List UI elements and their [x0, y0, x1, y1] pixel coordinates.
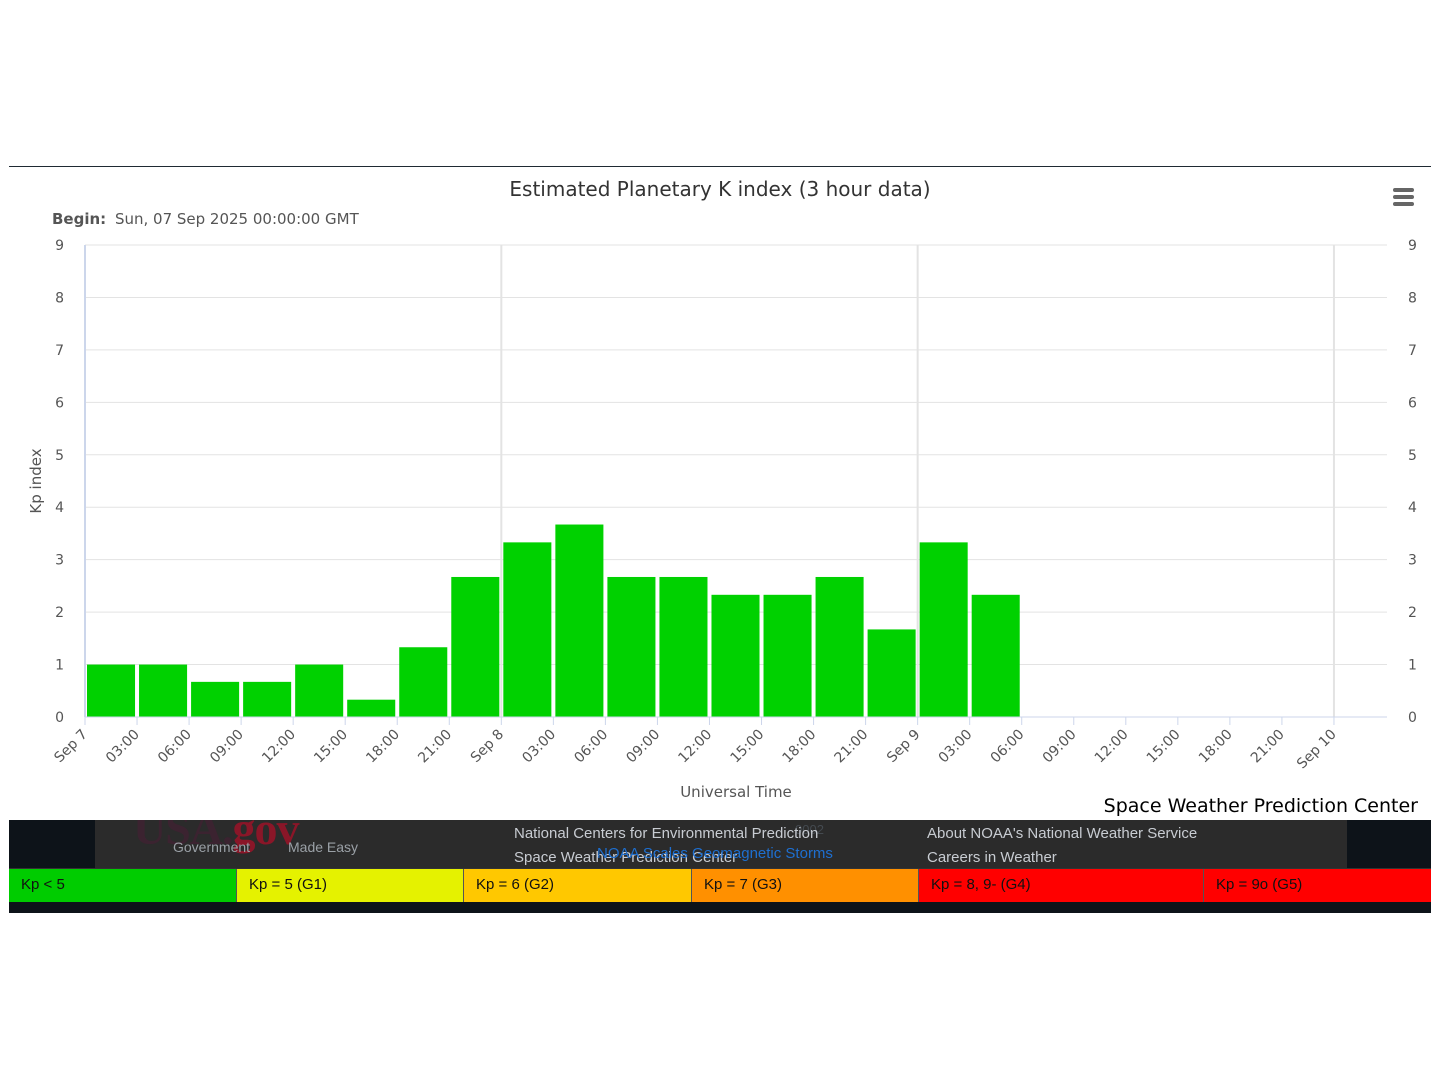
- x-tick-label: 03:00: [103, 727, 143, 767]
- y-tick-label-left: 1: [55, 658, 64, 674]
- y-tick-label-right: 5: [1408, 448, 1417, 464]
- x-axis-label: Universal Time: [680, 783, 792, 801]
- x-tick-label: 06:00: [571, 727, 611, 767]
- hamburger-icon-line: [1393, 202, 1414, 206]
- x-tick-label: 09:00: [623, 727, 663, 767]
- kp-bar: [867, 629, 916, 717]
- kp-bar: [919, 542, 968, 717]
- legend-cell-g1: Kp = 5 (G1): [237, 869, 464, 903]
- y-tick-label-left: 0: [55, 710, 64, 726]
- legend-cell-g2: Kp = 6 (G2): [464, 869, 692, 903]
- kp-bar: [763, 594, 812, 717]
- y-tick-label-right: 2: [1408, 605, 1417, 621]
- y-tick-label-right: 6: [1408, 395, 1417, 411]
- legend-cell-g4: Kp = 8, 9- (G4): [919, 869, 1204, 903]
- y-tick-label-right: 8: [1408, 290, 1417, 306]
- x-tick-label: 15:00: [311, 727, 351, 767]
- x-tick-label: 12:00: [675, 727, 715, 767]
- y-tick-label-left: 4: [55, 500, 64, 516]
- y-tick-label-right: 1: [1408, 658, 1417, 674]
- x-tick-label: Sep 8: [468, 727, 507, 766]
- x-tick-label: 21:00: [1248, 727, 1288, 767]
- kp-chart-svg: Estimated Planetary K index (3 hour data…: [27, 177, 1417, 801]
- kp-bar: [295, 664, 344, 717]
- usa-tagline-right: Made Easy: [288, 839, 359, 855]
- hamburger-icon-line: [1393, 195, 1414, 199]
- y-tick-label-left: 2: [55, 605, 64, 621]
- chart-menu-button[interactable]: [1388, 182, 1418, 210]
- x-tick-label: 06:00: [155, 727, 195, 767]
- footer-link-ncep[interactable]: National Centers for Environmental Predi…: [514, 825, 818, 842]
- kp-bar: [347, 699, 396, 717]
- x-tick-label: 09:00: [207, 727, 247, 767]
- x-tick-label: 21:00: [415, 727, 455, 767]
- kp-bar: [399, 647, 448, 717]
- x-tick-label: 18:00: [363, 727, 403, 767]
- y-tick-label-left: 8: [55, 290, 64, 306]
- x-tick-label: Sep 10: [1294, 727, 1340, 773]
- x-tick-label: 12:00: [259, 727, 299, 767]
- kp-bar: [243, 681, 292, 717]
- x-tick-label: 12:00: [1092, 727, 1132, 767]
- kp-bar: [555, 524, 604, 717]
- footer-link-about-nws[interactable]: About NOAA's National Weather Service: [927, 825, 1197, 842]
- y-tick-label-right: 0: [1408, 710, 1417, 726]
- subtitle-value: Sun, 07 Sep 2025 00:00:00 GMT: [115, 210, 360, 228]
- y-tick-label-left: 5: [55, 448, 64, 464]
- y-tick-label-right: 4: [1408, 500, 1417, 516]
- kp-bar: [815, 576, 864, 717]
- credit-text: Space Weather Prediction Center: [1103, 795, 1418, 817]
- x-tick-label: 15:00: [727, 727, 767, 767]
- kp-bar: [711, 594, 760, 717]
- kp-bar: [451, 576, 500, 717]
- y-tick-label-left: 9: [55, 238, 64, 254]
- y-axis-label: Kp index: [27, 448, 45, 513]
- site-footer: USA.gov Government Made Easy 0002 Nation…: [9, 820, 1431, 868]
- x-tick-label: 06:00: [988, 727, 1028, 767]
- kp-bar: [87, 664, 136, 717]
- y-tick-label-left: 3: [55, 553, 64, 569]
- y-tick-label-right: 7: [1408, 343, 1417, 359]
- kp-bar: [191, 681, 240, 717]
- x-tick-label: 15:00: [1144, 727, 1184, 767]
- subtitle-label: Begin:: [52, 210, 106, 228]
- footer-link-noaa-scales[interactable]: NOAA Scales Geomagnetic Storms: [597, 845, 833, 862]
- legend-cell-kp-lt5: Kp < 5: [9, 869, 237, 903]
- x-tick-label: 18:00: [780, 727, 820, 767]
- kp-scale-legend: Kp < 5 Kp = 5 (G1) Kp = 6 (G2) Kp = 7 (G…: [9, 868, 1431, 904]
- legend-cell-g3: Kp = 7 (G3): [692, 869, 919, 903]
- y-tick-label-left: 6: [55, 395, 64, 411]
- usa-tagline-left: Government: [173, 839, 251, 855]
- chart-subtitle: Begin: Sun, 07 Sep 2025 00:00:00 GMT: [52, 210, 360, 228]
- kp-bar: [503, 542, 552, 717]
- y-tick-label-right: 9: [1408, 238, 1417, 254]
- footer-link-careers[interactable]: Careers in Weather: [927, 849, 1057, 866]
- kp-bar: [139, 664, 188, 717]
- footer-bottom-band: [9, 902, 1431, 913]
- kp-bar: [659, 576, 708, 717]
- kp-chart: Estimated Planetary K index (3 hour data…: [0, 0, 1440, 820]
- footer-inner: USA.gov Government Made Easy 0002 Nation…: [95, 820, 1347, 868]
- y-tick-label-right: 3: [1408, 553, 1417, 569]
- kp-bar: [607, 576, 656, 717]
- legend-cell-g5: Kp = 9o (G5): [1204, 869, 1431, 903]
- x-tick-label: Sep 7: [51, 727, 90, 766]
- hamburger-icon: [1393, 188, 1414, 192]
- chart-title: Estimated Planetary K index (3 hour data…: [509, 177, 930, 201]
- x-tick-label: 03:00: [936, 727, 976, 767]
- kp-bar: [971, 594, 1020, 717]
- x-tick-label: 09:00: [1040, 727, 1080, 767]
- x-tick-label: 03:00: [519, 727, 559, 767]
- x-tick-label: 18:00: [1196, 727, 1236, 767]
- x-tick-label: 21:00: [832, 727, 872, 767]
- x-tick-label: Sep 9: [884, 727, 923, 766]
- y-tick-label-left: 7: [55, 343, 64, 359]
- bar-layer: [87, 524, 1020, 717]
